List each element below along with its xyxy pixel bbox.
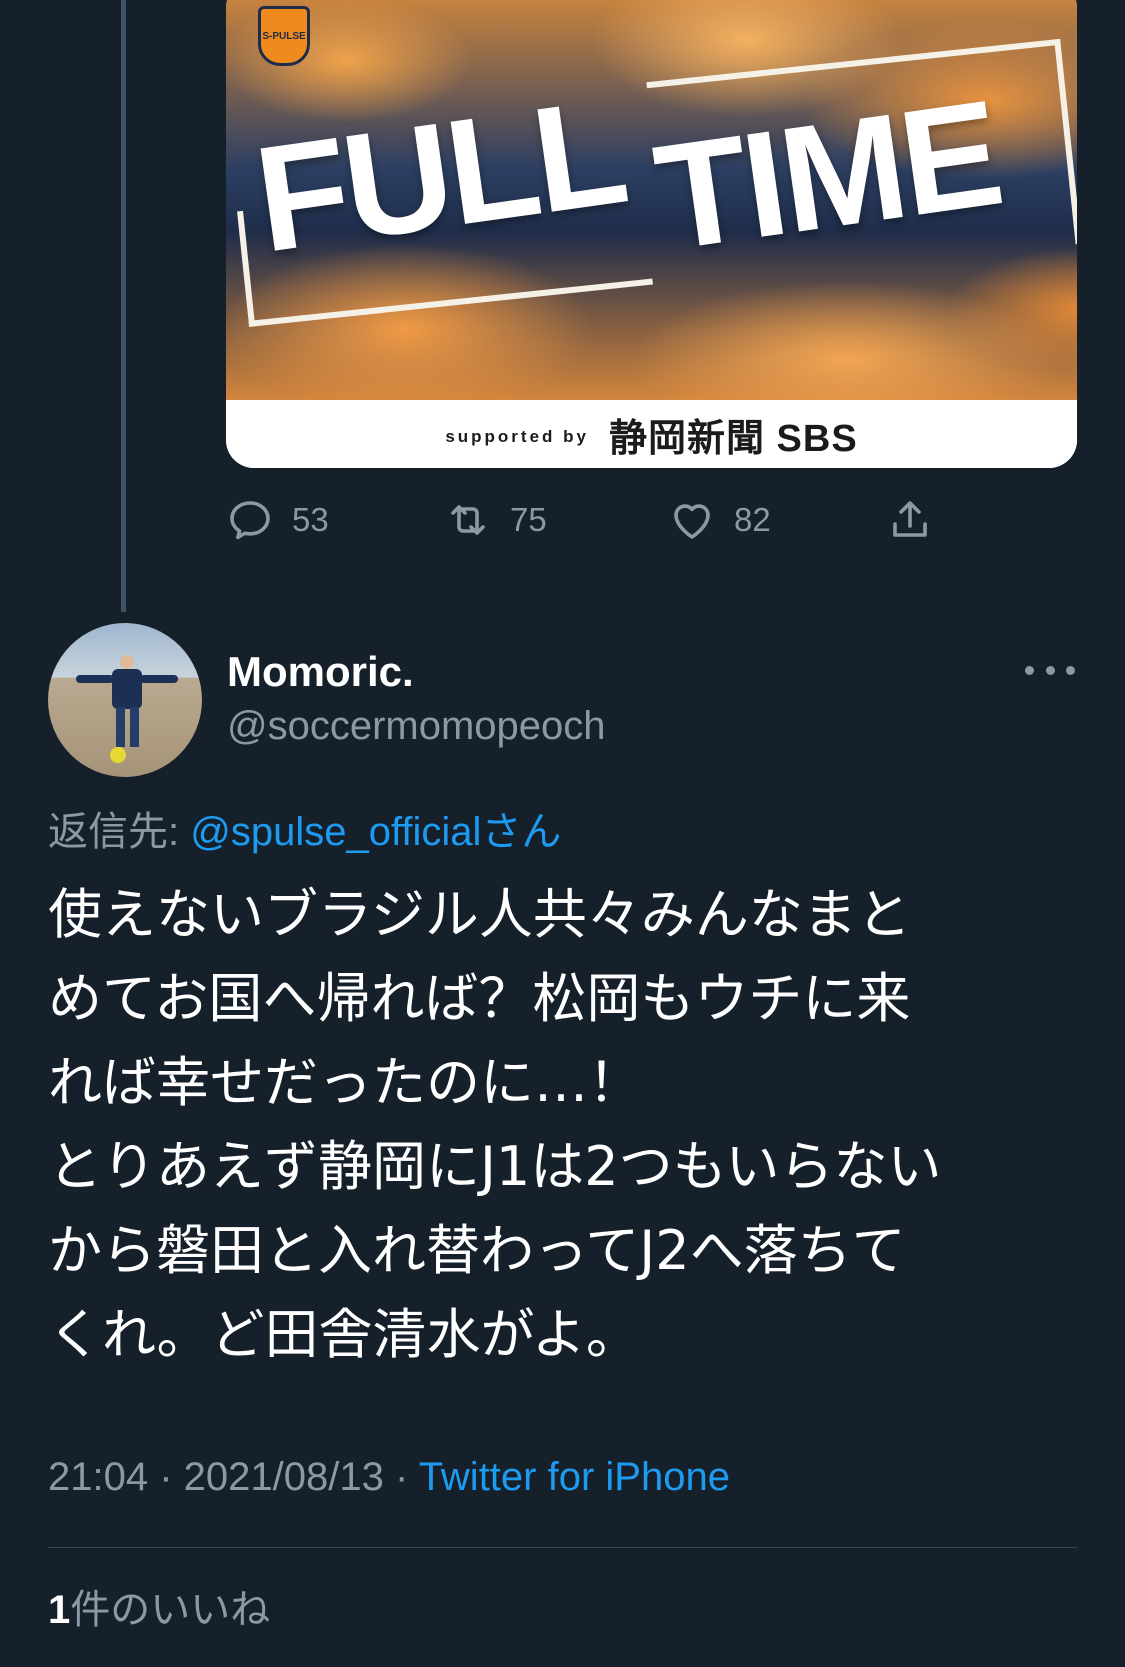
thread-connector-line [121,0,126,612]
tweet-meta: 21:04 · 2021/08/13 · Twitter for iPhone [48,1455,730,1500]
reply-to-mention-link[interactable]: @spulse_officialさん [190,810,561,854]
retweet-icon [451,505,485,535]
author-handle[interactable]: @soccermomopeoch [227,704,606,749]
club-badge-icon: S-PULSE [258,6,310,66]
more-dot-icon [1066,665,1075,675]
more-options-button[interactable] [1025,650,1075,690]
author-display-name[interactable]: Momoric. [227,648,414,696]
more-dot-icon [1045,665,1055,675]
meta-separator: · [383,1455,419,1499]
reply-button[interactable]: 53 [226,490,329,550]
tweet-body-text: 使えないブラジル人共々みんなまと めてお国へ帰れば？松岡もウチに来 れば幸せだっ… [48,883,942,1366]
likes-summary[interactable]: 1件のいいね [48,1577,270,1635]
avatar-photo [76,655,178,763]
tweet-media-image[interactable]: S-PULSE FULL TIME supported by 静岡新聞 SBS [226,0,1077,468]
retweet-count: 75 [510,501,547,538]
full-time-graphic: S-PULSE FULL TIME [226,0,1077,400]
avatar[interactable] [48,623,202,777]
likes-label: 件のいいね [70,1588,271,1632]
reply-to-label: 返信先: [48,810,191,854]
more-dot-icon [1025,665,1034,675]
tweet-time[interactable]: 21:04 [48,1455,148,1499]
reply-icon [230,501,270,540]
sponsor-bar: supported by 静岡新聞 SBS [226,400,1077,468]
share-button[interactable] [886,490,934,550]
likes-count: 1 [48,1588,71,1632]
heart-icon [674,504,710,539]
like-count: 82 [734,501,771,538]
tweet-action-bar: 53 75 82 [226,490,986,550]
tweet-source-link[interactable]: Twitter for iPhone [419,1455,730,1499]
retweet-button[interactable]: 75 [444,490,547,550]
reply-count: 53 [292,501,329,538]
like-button[interactable]: 82 [668,490,771,550]
sponsor-prefix: supported by [445,427,589,446]
reply-to-line: 返信先: @spulse_officialさん [48,799,561,857]
meta-separator: · [148,1455,184,1499]
share-icon [893,501,927,537]
sponsor-name: 静岡新聞 SBS [608,417,858,460]
divider [48,1547,1077,1548]
tweet-date[interactable]: 2021/08/13 [184,1455,384,1499]
